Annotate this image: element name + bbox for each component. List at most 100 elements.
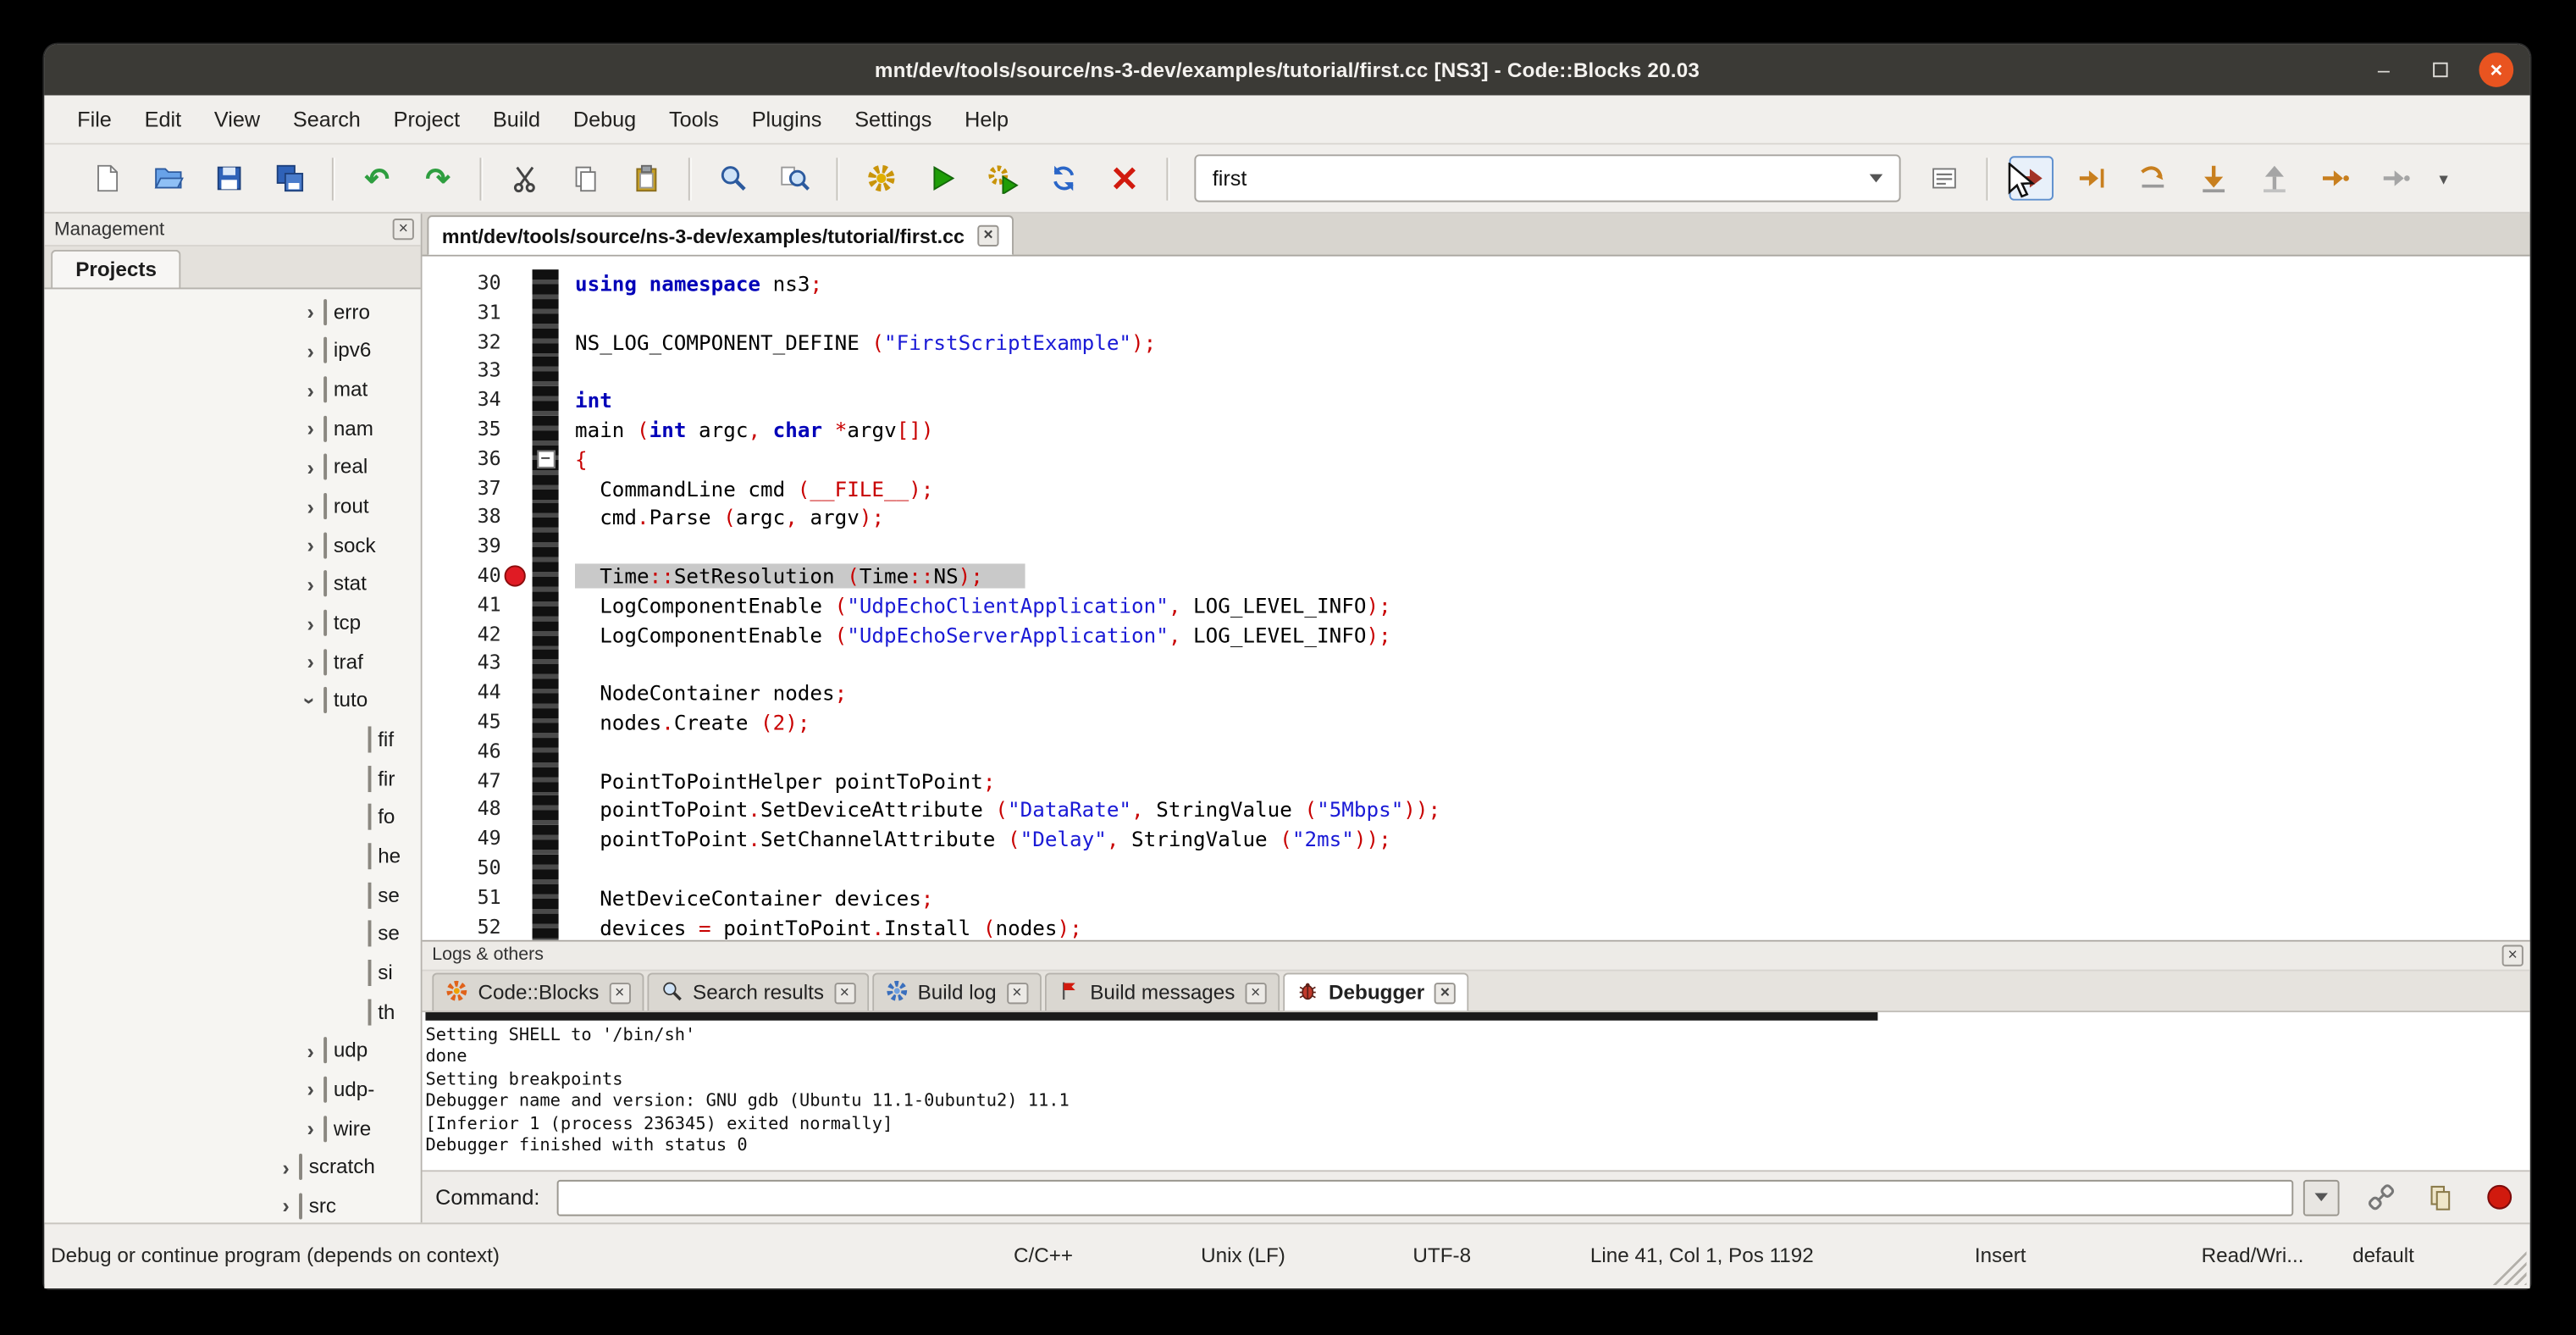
title-bar[interactable]: mnt/dev/tools/source/ns-3-dev/examples/t… <box>44 44 2529 95</box>
tree-item-he[interactable]: he <box>44 837 420 876</box>
step-into-button[interactable] <box>2192 156 2236 200</box>
chevron-right-icon[interactable]: › <box>301 1117 320 1138</box>
tree-item-sock[interactable]: ›sock <box>44 526 420 565</box>
fold-margin[interactable] <box>533 533 559 562</box>
fold-margin[interactable] <box>533 825 559 855</box>
copy-button[interactable] <box>563 156 607 200</box>
tree-item-mat[interactable]: ›mat <box>44 370 420 409</box>
stop-debugger-button[interactable] <box>2480 1179 2517 1216</box>
code-line[interactable]: 39 <box>423 533 2530 562</box>
menu-debug[interactable]: Debug <box>556 100 652 138</box>
fold-margin[interactable] <box>533 913 559 940</box>
command-dropdown-button[interactable] <box>2303 1179 2340 1216</box>
link-button[interactable] <box>2363 1179 2399 1216</box>
projects-tab[interactable]: Projects <box>51 250 181 288</box>
code-line[interactable]: 44 NodeContainer nodes; <box>423 679 2530 709</box>
fold-margin[interactable] <box>533 357 559 387</box>
fold-margin[interactable] <box>533 650 559 679</box>
redo-button[interactable]: ↷ <box>416 156 460 200</box>
command-input[interactable] <box>556 1179 2293 1216</box>
fold-margin[interactable] <box>533 796 559 826</box>
menu-edit[interactable]: Edit <box>128 100 197 138</box>
chevron-right-icon[interactable]: › <box>301 496 320 517</box>
line-number[interactable]: 51 <box>423 884 515 913</box>
line-number[interactable]: 44 <box>423 679 515 709</box>
code-line[interactable]: 47 PointToPointHelper pointToPoint; <box>423 767 2530 796</box>
code-line[interactable]: 46 <box>423 738 2530 767</box>
fold-margin[interactable] <box>533 620 559 650</box>
tree-item-tcp[interactable]: ›tcp <box>44 603 420 642</box>
code-line[interactable]: 45 nodes.Create (2); <box>423 708 2530 738</box>
copy-log-button[interactable] <box>2422 1179 2458 1216</box>
toolbar-overflow-icon[interactable]: ▼ <box>2436 170 2451 186</box>
tree-item-udp[interactable]: ›udp <box>44 1031 420 1070</box>
maximize-icon[interactable] <box>2424 53 2457 86</box>
menu-search[interactable]: Search <box>277 100 378 138</box>
tree-item-fo[interactable]: fo <box>44 798 420 837</box>
code-line[interactable]: 34int <box>423 386 2530 416</box>
fold-margin[interactable] <box>533 416 559 446</box>
tree-item-real[interactable]: ›real <box>44 448 420 487</box>
line-number[interactable]: 50 <box>423 855 515 884</box>
chevron-right-icon[interactable]: › <box>301 302 320 323</box>
code-line[interactable]: 41 LogComponentEnable ("UdpEchoClientApp… <box>423 591 2530 621</box>
logs-tab-code-blocks[interactable]: Code::Blocks× <box>432 972 644 1011</box>
project-tree[interactable]: ›erro›ipv6›mat›nam›real›rout›sock›stat›t… <box>44 289 420 1222</box>
build-button[interactable] <box>860 156 904 200</box>
chevron-right-icon[interactable]: › <box>301 457 320 478</box>
combo-arrow-icon[interactable] <box>1870 174 1883 183</box>
line-number[interactable]: 30 <box>423 269 515 299</box>
menu-settings[interactable]: Settings <box>838 100 948 138</box>
menu-plugins[interactable]: Plugins <box>735 100 838 138</box>
line-number[interactable]: 32 <box>423 328 515 357</box>
build-and-run-button[interactable] <box>981 156 1025 200</box>
code-line[interactable]: 32NS_LOG_COMPONENT_DEFINE ("FirstScriptE… <box>423 328 2530 357</box>
code-line[interactable]: 40 Time::SetResolution (Time::NS); <box>423 562 2530 591</box>
line-number[interactable]: 36 <box>423 445 515 474</box>
code-line[interactable]: 31 <box>423 299 2530 329</box>
line-number[interactable]: 38 <box>423 503 515 533</box>
incremental-search-input[interactable] <box>1196 166 1869 191</box>
tree-item-se[interactable]: se <box>44 876 420 915</box>
code-line[interactable]: 52 devices = pointToPoint.Install (nodes… <box>423 913 2530 940</box>
minimize-icon[interactable]: – <box>2368 53 2401 86</box>
chevron-right-icon[interactable]: › <box>301 341 320 362</box>
save-all-button[interactable] <box>268 156 312 200</box>
close-icon[interactable]: × <box>2479 53 2513 87</box>
code-line[interactable]: 33 <box>423 357 2530 387</box>
tab-close-icon[interactable]: × <box>834 982 855 1003</box>
tree-item-udp[interactable]: ›udp- <box>44 1070 420 1109</box>
next-instruction-button[interactable] <box>2313 156 2358 200</box>
fold-margin[interactable] <box>533 562 559 591</box>
debugger-log[interactable]: Setting SHELL to '/bin/sh'doneSetting br… <box>423 1012 2530 1170</box>
logs-tab-debugger[interactable]: Debugger× <box>1283 972 1469 1011</box>
code-line[interactable]: 43 <box>423 650 2530 679</box>
line-number[interactable]: 37 <box>423 474 515 504</box>
line-number[interactable]: 48 <box>423 796 515 826</box>
fold-margin[interactable] <box>533 884 559 913</box>
fold-margin[interactable] <box>533 386 559 416</box>
code-line[interactable]: 50 <box>423 855 2530 884</box>
line-number[interactable]: 43 <box>423 650 515 679</box>
fold-margin[interactable] <box>533 503 559 533</box>
fold-margin[interactable] <box>533 328 559 357</box>
line-number[interactable]: 40 <box>423 562 515 591</box>
fold-margin[interactable] <box>533 474 559 504</box>
code-line[interactable]: 30using namespace ns3; <box>423 269 2530 299</box>
logs-close-icon[interactable]: × <box>2502 944 2523 966</box>
line-number[interactable]: 47 <box>423 767 515 796</box>
chevron-right-icon[interactable]: › <box>301 651 320 673</box>
rebuild-button[interactable] <box>1042 156 1086 200</box>
tree-item-stat[interactable]: ›stat <box>44 565 420 604</box>
tab-close-icon[interactable]: × <box>1245 982 1266 1003</box>
code-line[interactable]: 35main (int argc, char *argv[]) <box>423 416 2530 446</box>
tab-close-icon[interactable]: × <box>1006 982 1027 1003</box>
build-target-options-button[interactable] <box>1922 156 1966 200</box>
logs-tab-search-results[interactable]: Search results× <box>647 972 869 1011</box>
next-line-button[interactable] <box>2131 156 2175 200</box>
fold-margin[interactable] <box>533 767 559 796</box>
tree-item-th[interactable]: th <box>44 992 420 1031</box>
tree-item-ipv6[interactable]: ›ipv6 <box>44 331 420 370</box>
open-file-button[interactable] <box>146 156 191 200</box>
save-button[interactable] <box>207 156 251 200</box>
